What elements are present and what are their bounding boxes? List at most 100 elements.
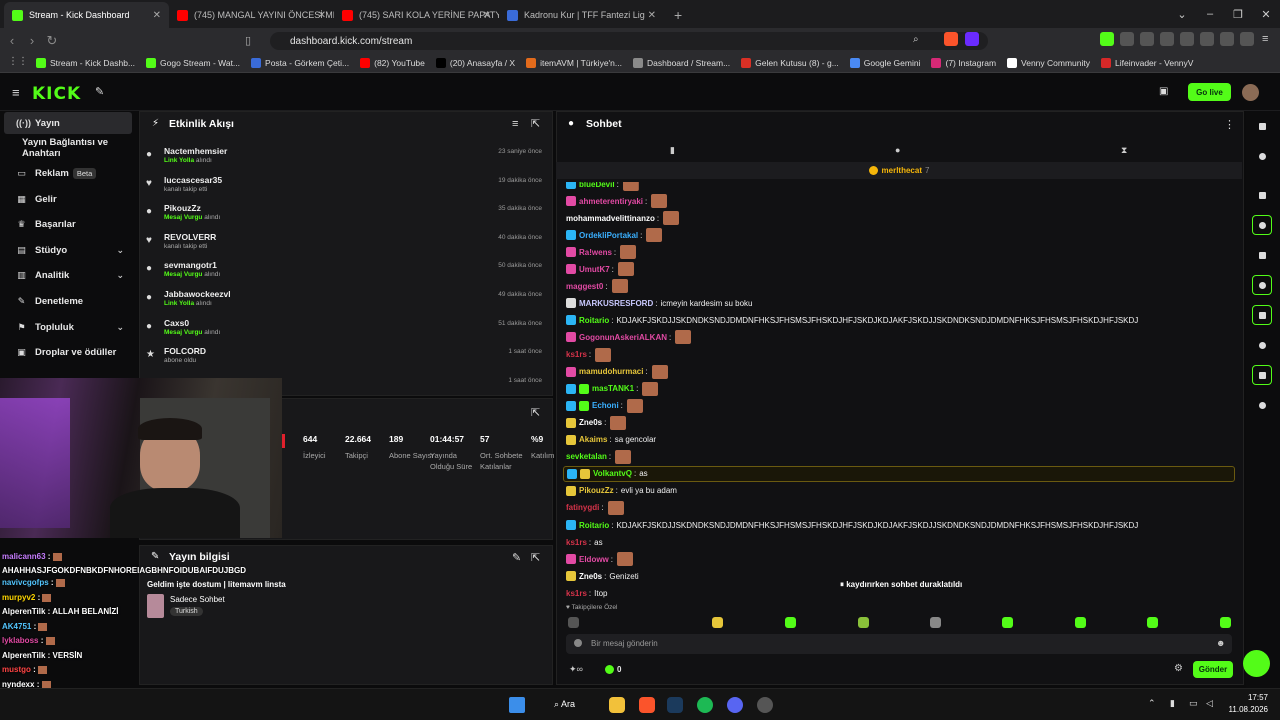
list-icon[interactable] [1252,245,1272,265]
sidebar-item-2[interactable]: ▭ Reklam Beta [4,162,132,184]
send-button[interactable]: Gönder [1193,661,1233,678]
chat-input[interactable] [566,634,1232,654]
chat-username[interactable]: GogonunAskeriALKAN [579,333,667,342]
quick-emote-icon[interactable] [568,617,579,628]
chat-username[interactable]: Ra!wens [579,248,612,257]
extension-icon[interactable] [1140,32,1154,46]
chat-username[interactable]: sevketalan [566,452,607,461]
new-tab-button[interactable]: + [664,2,692,28]
chat-username[interactable]: fatinygdi [566,503,599,512]
vpn-icon[interactable] [1240,32,1254,46]
sidebar-toggle-icon[interactable] [1180,32,1194,46]
quick-emote-icon[interactable] [930,617,941,628]
chat-message[interactable]: OrdekliPortakal: [566,227,663,243]
chat-username[interactable]: masTANK1 [592,384,634,393]
chat-username[interactable]: Zne0s [579,418,602,427]
back-icon[interactable]: ‹ [2,33,22,48]
chevron-down-icon[interactable]: ⌄ [116,270,124,281]
chat-username[interactable]: Zne0s [579,572,602,581]
settings-icon[interactable]: ⚙ [1174,663,1183,674]
emoji-icon[interactable]: ☻ [1216,638,1225,648]
steam-icon[interactable] [667,697,683,713]
quick-emote-icon[interactable] [1075,617,1086,628]
emote-picker-icon[interactable] [574,639,582,647]
sidebar-item-5[interactable]: ▤ Stüdyo ⌄ [4,239,132,261]
trash-icon[interactable]: ▮ [670,145,675,156]
chat-username[interactable]: ahmeterentiryaki [579,197,643,206]
wrench-icon[interactable] [1252,365,1272,385]
chat-message[interactable]: ks1rs: as [566,534,603,550]
close-tab-icon[interactable]: ✕ [483,10,491,21]
bookmark-icon[interactable]: ▯ [245,34,251,47]
info-icon[interactable] [1252,116,1272,136]
chat-message[interactable]: sevketalan: [566,449,632,465]
network-icon[interactable]: ▭ [1189,698,1198,709]
chat-message[interactable]: UmutK7: [566,261,634,277]
tray-arrow-icon[interactable]: ⌃ [1148,698,1156,709]
browser-tab[interactable]: (745) SARI KOLA YERİNE PAPATYA ÇAY✕ [334,2,499,28]
download-icon[interactable] [1220,32,1234,46]
bolt-icon[interactable] [1252,215,1272,235]
chat-message[interactable]: mohammadvelittinanzo: [566,210,680,226]
bookmark-item[interactable]: Gelen Kutusu (8) - g... [741,57,839,68]
file-explorer-icon[interactable] [609,697,625,713]
chat-username[interactable]: MARKUSRESFORD [579,299,653,308]
chat-message[interactable]: GogonunAskeriALKAN: [566,329,692,345]
event-username[interactable]: sevmangotr1 [164,260,217,270]
studio-mode-icon[interactable]: ▣ [1159,86,1168,97]
chat-message[interactable]: PikouzZz: evli ya bu adam [566,483,677,499]
browser-tab[interactable]: (745) MANGAL YAYINI ÖNCESİ MEKA✕ [169,2,334,28]
sidebar-item-7[interactable]: ✎ Denetleme [4,290,132,312]
browser-tab[interactable]: Kadronu Kur | TFF Fantezi Lig ✕ [499,2,664,28]
close-tab-icon[interactable]: ✕ [648,10,656,21]
chevron-down-icon[interactable]: ⌄ [116,245,124,256]
popout-icon[interactable]: ⇱ [531,406,540,419]
sidebar-item-8[interactable]: ⚑ Topluluk ⌄ [4,316,132,338]
event-username[interactable]: Nactemhemsier [164,146,227,156]
kick-extension-icon[interactable] [1100,32,1114,46]
quick-emote-icon[interactable] [858,617,869,628]
chat-message[interactable]: ks1rs: Itop [566,585,608,601]
points-icon[interactable]: ✦∞ [569,664,583,675]
bookmark-item[interactable]: Posta - Görkem Çeti... [251,57,349,68]
chat-message[interactable]: Akaims: sa gencolar [566,432,656,448]
chat-username[interactable]: VolkantvQ [593,469,632,478]
event-username[interactable]: Caxs0 [164,318,189,328]
event-username[interactable]: luccascesar35 [164,175,222,185]
chevron-down-icon[interactable]: ⌄ [116,322,124,333]
chat-username[interactable]: OrdekliPortakal [579,231,638,240]
search-icon[interactable]: ⌕ [913,34,919,45]
chat-message[interactable]: Eldoww: [566,551,634,567]
more-options-icon[interactable]: ⋮ [1224,118,1235,131]
sidebar-item-0[interactable]: ((·)) Yayın [4,112,132,134]
mic-icon[interactable]: ▮ [1170,698,1175,709]
sidebar-item-1[interactable]: Yayın Bağlantısı ve Anahtarı [4,137,132,159]
chat-fab-button[interactable] [1243,650,1270,677]
sidebar-item-9[interactable]: ▣ Droplar ve ödüller [4,341,132,363]
chat-username[interactable]: mamudohurmaci [579,367,643,376]
event-username[interactable]: REVOLVERR [164,232,216,242]
chat-username[interactable]: Roitario [579,521,609,530]
share-icon[interactable] [1252,395,1272,415]
bookmark-item[interactable]: Venny Community [1007,57,1090,68]
chat-icon[interactable] [1252,275,1272,295]
tab-list-icon[interactable]: ⌄ [1168,8,1196,21]
chat-username[interactable]: Roitario [579,316,609,325]
chat-message[interactable]: Echoni: [566,398,643,414]
close-tab-icon[interactable]: ✕ [318,10,326,21]
print-icon[interactable] [1252,335,1272,355]
spotify-icon[interactable] [697,697,713,713]
broadcast-icon[interactable] [1252,305,1272,325]
url-field[interactable]: dashboard.kick.com/stream [270,32,988,50]
apps-grid-icon[interactable]: ⋮⋮ [8,56,28,67]
camera-icon[interactable] [1252,185,1272,205]
event-username[interactable]: Jabbawockeezvl [164,289,231,299]
chat-icon[interactable]: ● [895,145,900,155]
filter-icon[interactable]: ≡ [512,118,518,130]
avatar[interactable] [1242,84,1259,101]
extension-icon[interactable] [1160,32,1174,46]
go-live-button[interactable]: Go live [1188,83,1231,101]
chat-username[interactable]: Echoni [592,401,619,410]
bookmark-item[interactable]: Lifeinvader - VennyV [1101,57,1193,68]
chat-username[interactable]: ks1rs [566,350,587,359]
